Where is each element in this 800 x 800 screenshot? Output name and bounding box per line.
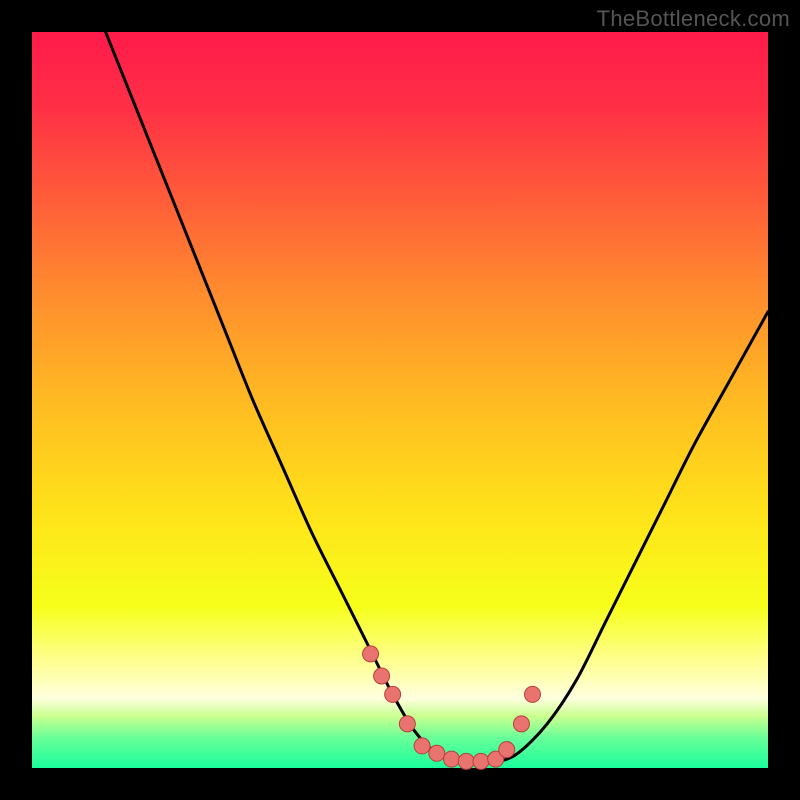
highlight-dot	[363, 646, 379, 662]
highlight-dot	[513, 716, 529, 732]
highlight-dot	[473, 753, 489, 769]
outer-frame: TheBottleneck.com	[0, 0, 800, 800]
highlight-dot	[374, 668, 390, 684]
highlight-dot	[458, 753, 474, 769]
highlight-dot	[414, 738, 430, 754]
plot-area	[32, 32, 768, 768]
bottleneck-curve-path	[106, 32, 768, 764]
chart-curve	[32, 32, 768, 768]
watermark-label: TheBottleneck.com	[597, 6, 790, 32]
highlight-dot	[429, 745, 445, 761]
highlight-dot	[499, 742, 515, 758]
highlight-dot	[524, 686, 540, 702]
highlight-dot	[444, 751, 460, 767]
highlight-dot	[385, 686, 401, 702]
highlight-dot	[399, 716, 415, 732]
highlight-markers	[363, 646, 541, 769]
